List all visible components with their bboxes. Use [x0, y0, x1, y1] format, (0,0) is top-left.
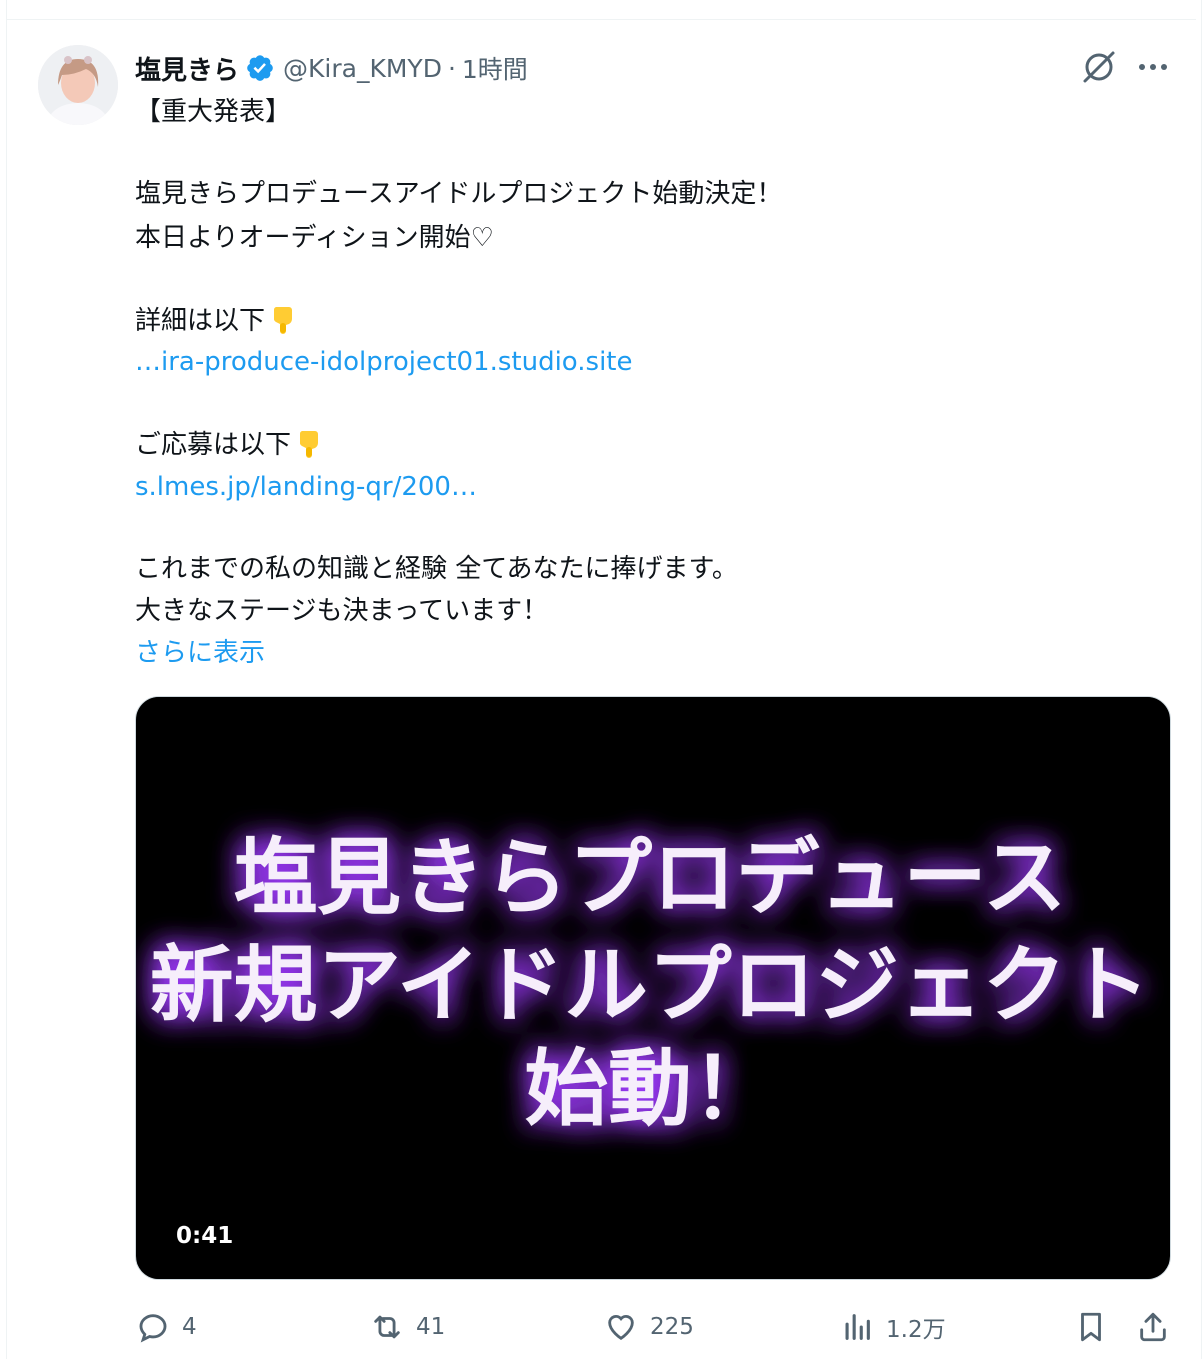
dot-icon — [1139, 64, 1145, 70]
video-duration: 0:41 — [176, 1223, 234, 1249]
video-title-line: 塩見きらプロデュース — [234, 827, 1067, 926]
like-button[interactable]: 225 — [604, 1308, 694, 1346]
post-text: 詳細は以下 — [135, 306, 266, 336]
avatar[interactable] — [38, 45, 118, 125]
bookmark-button[interactable] — [1074, 1308, 1108, 1346]
more-options-button[interactable] — [1133, 52, 1173, 82]
view-count: 1.2万 — [886, 1317, 946, 1343]
reply-button[interactable]: 4 — [136, 1308, 197, 1346]
views-button[interactable]: 1.2万 — [840, 1308, 946, 1346]
show-more-link[interactable]: さらに表示 — [135, 636, 265, 670]
action-bar: 4 41 225 1.2万 — [0, 1300, 1202, 1356]
post-text-line: 塩見きらプロデュースアイドルプロジェクト始動決定！ — [135, 179, 783, 209]
dot-icon — [1161, 64, 1167, 70]
author-name[interactable]: 塩見きら — [135, 50, 239, 87]
post-text-line: ご応募は以下 — [135, 427, 325, 462]
share-button[interactable] — [1136, 1308, 1170, 1346]
repost-icon — [374, 1315, 400, 1339]
post-text-line: 大きなステージも決まっています！ — [135, 596, 549, 626]
heart-icon — [608, 1315, 634, 1341]
dot-icon — [1150, 64, 1156, 70]
divider — [6, 19, 1196, 20]
details-link[interactable]: …ira-produce-idolproject01.studio.site — [135, 345, 632, 379]
video-player[interactable]: 塩見きらプロデュース 新規アイドルプロジェクト 始動！ — [135, 696, 1171, 1280]
verified-badge-icon — [247, 55, 273, 81]
repost-button[interactable]: 41 — [370, 1308, 445, 1346]
pointing-down-emoji-icon — [273, 307, 293, 334]
grok-icon[interactable] — [1080, 48, 1118, 86]
separator: · — [447, 53, 456, 83]
post-header: 塩見きら @Kira_KMYD · 1時間 — [135, 48, 528, 88]
video-title-line: 始動！ — [524, 1039, 775, 1138]
post-text-line: これまでの私の知識と経験 全てあなたに捧げます。 — [135, 554, 738, 584]
post-text-line: 【重大発表】 — [135, 97, 292, 127]
pointing-down-emoji-icon — [299, 431, 319, 458]
bookmark-icon — [1081, 1312, 1101, 1342]
author-handle[interactable]: @Kira_KMYD — [283, 54, 442, 83]
application-link[interactable]: s.lmes.jp/landing-qr/200… — [135, 470, 477, 504]
post-text: ご応募は以下 — [135, 430, 292, 460]
post-time[interactable]: 1時間 — [462, 50, 528, 86]
share-icon — [1140, 1312, 1166, 1342]
video-thumbnail: 塩見きらプロデュース 新規アイドルプロジェクト 始動！ — [136, 697, 1170, 1279]
post-text-line: 詳細は以下 — [135, 303, 299, 338]
video-title-line: 新規アイドルプロジェクト — [150, 935, 1150, 1034]
post-text-line: 本日よりオーディション開始♡ — [135, 223, 494, 253]
repost-count: 41 — [416, 1314, 446, 1340]
reply-icon — [139, 1314, 167, 1343]
analytics-icon — [845, 1314, 870, 1340]
like-count: 225 — [650, 1314, 694, 1340]
reply-count: 4 — [182, 1314, 197, 1340]
